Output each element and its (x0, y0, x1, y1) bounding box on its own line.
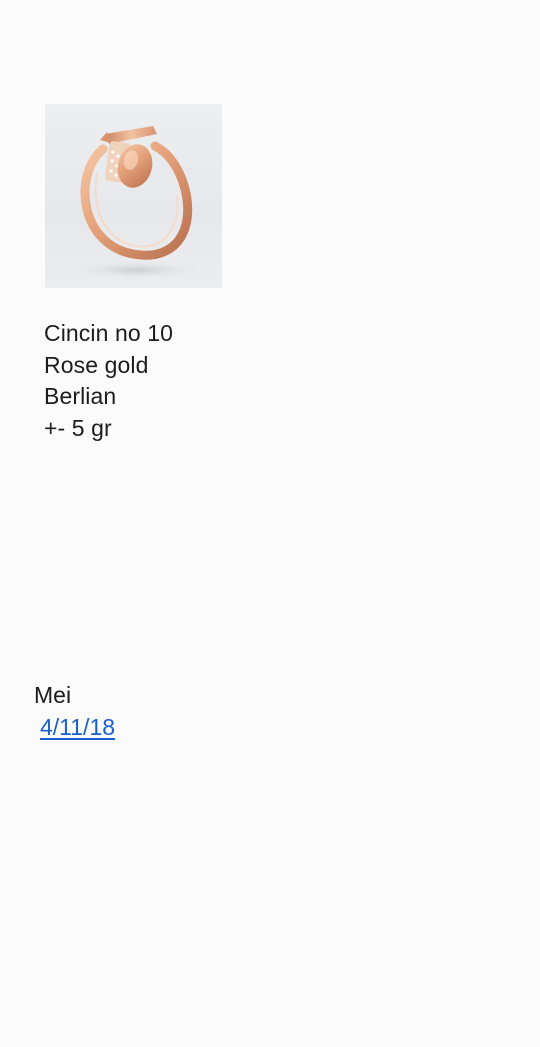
product-photo[interactable] (45, 104, 222, 288)
message-view: Cincin no 10 Rose gold Berlian +- 5 gr M… (0, 0, 540, 1047)
date-block: Mei 4/11/18 (34, 680, 115, 743)
date-link[interactable]: 4/11/18 (40, 712, 115, 744)
weight-line: +- 5 gr (44, 414, 112, 441)
material-line: Rose gold (44, 351, 149, 378)
stone-line: Berlian (44, 383, 117, 409)
month-label: Mei (34, 682, 72, 708)
product-description: Cincin no 10 Rose gold Berlian +- 5 gr (44, 318, 173, 444)
rose-gold-nail-ring-photo (67, 126, 207, 280)
ring-size-line: Cincin no 10 (44, 320, 174, 346)
